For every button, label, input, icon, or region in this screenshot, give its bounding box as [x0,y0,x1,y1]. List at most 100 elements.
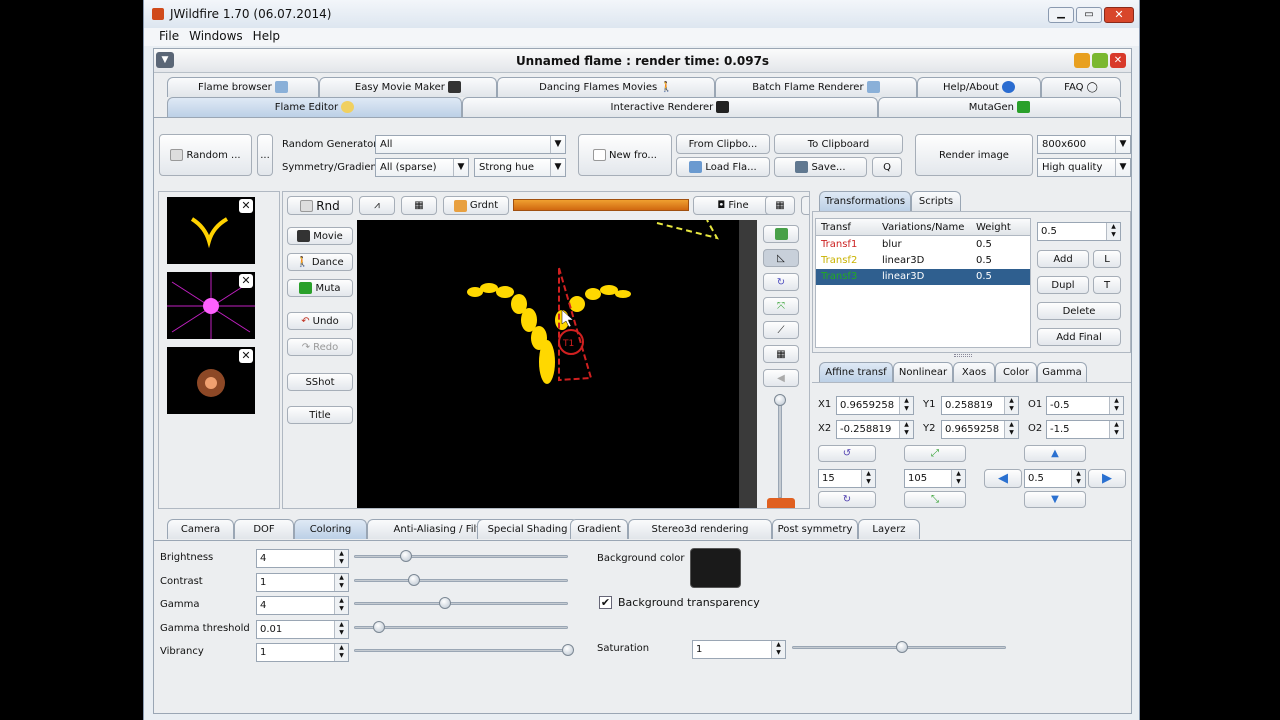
spinner-icon[interactable]: ▲ ▼ [1004,421,1018,438]
gamma-threshold-slider[interactable] [354,625,568,629]
tab-help-about[interactable]: Help/About [917,77,1041,97]
t-button[interactable]: T [1093,276,1121,294]
axis-tool-button[interactable]: ⟋ [763,321,799,339]
thumbnail-2[interactable]: ✕ [167,272,255,339]
scale-down-button[interactable]: ⤡ [904,491,966,508]
render-tool-icon[interactable] [767,498,795,508]
brightness-slider[interactable] [354,555,568,558]
quality-select[interactable]: High quality ▼ [1037,158,1131,177]
close-icon[interactable]: ✕ [239,274,253,288]
table-row[interactable]: Transf1 blur 0.5 [816,237,1030,253]
add-final-button[interactable]: Add Final [1037,328,1121,346]
y2-input[interactable]: 0.9659258 ▲ ▼ [941,420,1019,439]
menu-windows[interactable]: Windows [189,29,243,43]
grid-tool-button[interactable]: ▦ [763,345,799,363]
move-up-button[interactable]: ▲ [1024,445,1086,462]
spinner-icon[interactable]: ▲ ▼ [899,397,913,414]
gamma-slider[interactable] [354,602,568,605]
resolution-select[interactable]: 800x600 ▼ [1037,135,1131,154]
move-amount-input[interactable]: 0.5 ▲ ▼ [1024,469,1086,488]
movie-button[interactable]: Movie [287,227,353,245]
symmetry-select[interactable]: All (sparse) ▼ [375,158,469,177]
load-flame-button[interactable]: Load Fla... [676,157,770,177]
y1-input[interactable]: 0.258819 ▲ ▼ [941,396,1019,415]
minimize-icon[interactable]: ▁ [1048,7,1074,23]
tab-affine[interactable]: Affine transf [819,362,893,382]
rotate-amount-input[interactable]: 15 ▲ ▼ [818,469,876,488]
grid-button[interactable]: ▦ [765,196,795,215]
thumbnail-1[interactable]: ✕ [167,197,255,264]
spinner-icon[interactable]: ▲ ▼ [861,470,875,487]
scale-up-button[interactable]: ⤢ [904,445,966,462]
tab-scripts[interactable]: Scripts [911,191,961,211]
background-color-swatch[interactable] [690,548,741,588]
more-button[interactable] [801,196,809,215]
o2-input[interactable]: -1.5 ▲ ▼ [1046,420,1124,439]
scale-tool-button[interactable]: ⤧ [763,297,799,315]
tab-dancing-flames[interactable]: Dancing Flames Movies 🚶 [497,77,715,97]
redo-button[interactable]: ↷ Redo [287,338,353,356]
tab-flame-editor[interactable]: Flame Editor [167,97,462,117]
spinner-icon[interactable]: ▲ ▼ [1109,421,1123,438]
screenshot-button[interactable]: SShot [287,373,353,391]
undo-button[interactable]: ↶ Undo [287,312,353,330]
brightness-input[interactable]: 4 ▲ ▼ [256,549,349,568]
table-row[interactable]: Transf2 linear3D 0.5 [816,253,1030,269]
random-more-button[interactable]: ... [257,134,273,176]
table-row[interactable]: Transf3 linear3D 0.5 [816,269,1030,285]
saturation-input[interactable]: 1 ▲ ▼ [692,640,786,659]
vibrancy-slider[interactable] [354,649,568,652]
scale-amount-input[interactable]: 105 ▲ ▼ [904,469,966,488]
move-right-button[interactable]: ▶ [1088,469,1126,488]
gamma-input[interactable]: 4 ▲ ▼ [256,596,349,615]
o1-input[interactable]: -0.5 ▲ ▼ [1046,396,1124,415]
spinner-icon[interactable]: ▲ ▼ [771,641,785,658]
spinner-icon[interactable]: ▲ ▼ [334,597,348,614]
tab-faq[interactable]: FAQ ◯ [1041,77,1121,97]
close-icon[interactable]: ✕ [239,349,253,363]
move-left-button[interactable]: ◀ [984,469,1022,488]
spinner-icon[interactable]: ▲ ▼ [334,620,348,638]
tab-interactive-renderer[interactable]: Interactive Renderer [462,97,878,117]
tab-transformations[interactable]: Transformations [819,191,911,211]
dance-button[interactable]: 🚶 Dance [287,253,353,271]
frame-minimize-icon[interactable] [1074,53,1090,68]
checker-button[interactable]: ▦ [401,196,437,215]
x1-input[interactable]: 0.9659258 ▲ ▼ [836,396,914,415]
close-icon[interactable]: ✕ [239,199,253,213]
save-button[interactable]: Save... [774,157,867,177]
gradient-button[interactable]: Grdnt [443,196,509,215]
duplicate-button[interactable]: Dupl [1037,276,1089,294]
rnd-button[interactable]: Rnd [287,196,353,215]
contrast-slider[interactable] [354,578,568,582]
from-clipboard-button[interactable]: From Clipbo... [676,134,770,154]
tab-coloring[interactable]: Coloring [294,519,367,539]
rotate-right-button[interactable]: ↻ [818,491,876,508]
brightness-slider-knob[interactable] [399,550,412,562]
tab-batch-renderer[interactable]: Batch Flame Renderer [715,77,917,97]
spinner-icon[interactable]: ▲ ▼ [1071,470,1085,487]
x2-input[interactable]: -0.258819 ▲ ▼ [836,420,914,439]
tab-camera[interactable]: Camera [167,519,234,539]
spinner-icon[interactable]: ▲ ▼ [334,550,348,567]
frame-close-icon[interactable]: ✕ [1110,53,1126,68]
spinner-icon[interactable]: ▲ ▼ [334,573,348,591]
spinner-icon[interactable]: ▲ ▼ [334,644,348,661]
render-image-button[interactable]: Render image [915,134,1033,176]
frame-maximize-icon[interactable] [1092,53,1108,68]
tab-layerz[interactable]: Layerz [858,519,920,539]
spinner-icon[interactable]: ▲ ▼ [951,470,965,487]
edit-tool-button[interactable]: ◺ [763,249,799,267]
tab-nonlinear[interactable]: Nonlinear [893,362,953,382]
l-button[interactable]: L [1093,250,1121,268]
tab-mutagen[interactable]: MutaGen [878,97,1121,117]
random-button[interactable]: Random ... [159,134,252,176]
contrast-slider-knob[interactable] [408,573,421,586]
tab-stereo3d-rendering[interactable]: Stereo3d rendering [628,519,772,539]
splitter-handle[interactable] [954,354,972,357]
frame-menu-icon[interactable]: ▼ [156,52,174,68]
menu-help[interactable]: Help [253,29,280,43]
menu-file[interactable]: File [159,29,179,43]
gamma-threshold-input[interactable]: 0.01 ▲ ▼ [256,619,349,639]
zoom-slider-knob[interactable] [774,394,786,406]
